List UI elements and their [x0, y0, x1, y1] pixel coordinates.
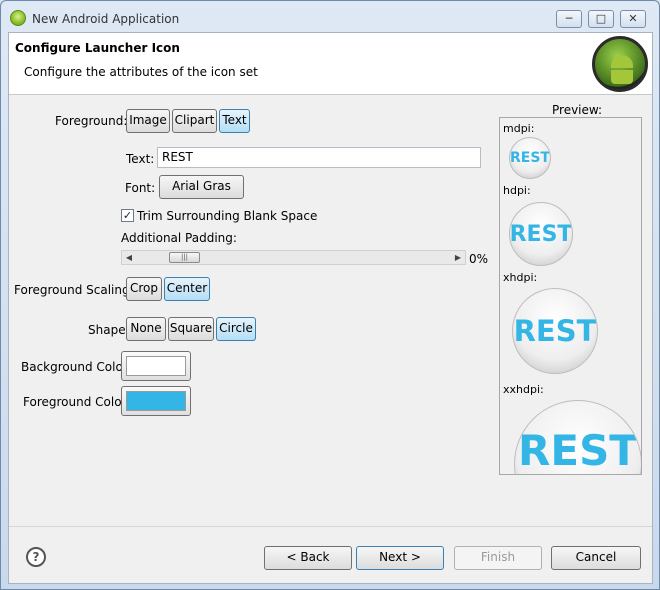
mdpi-preview-icon: REST	[509, 137, 551, 179]
shape-square-button[interactable]: Square	[168, 317, 214, 341]
xhdpi-label: xhdpi:	[503, 271, 538, 284]
slider-left-arrow-icon[interactable]: ◀	[122, 251, 136, 264]
preview-panel: mdpi: REST hdpi: REST xhdpi: REST xxhdpi…	[499, 117, 642, 475]
slider-thumb[interactable]: |||	[169, 252, 200, 263]
foreground-color-button[interactable]	[121, 386, 191, 416]
foreground-clipart-button[interactable]: Clipart	[172, 109, 217, 133]
scaling-crop-button[interactable]: Crop	[126, 277, 162, 301]
text-label: Text:	[126, 152, 155, 166]
xhdpi-preview-icon: REST	[512, 288, 598, 374]
wizard-header: Configure Launcher Icon Configure the at…	[9, 33, 652, 95]
xxhdpi-label: xxhdpi:	[503, 383, 544, 396]
next-button[interactable]: Next >	[356, 546, 444, 570]
hdpi-label: hdpi:	[503, 184, 531, 197]
background-color-swatch	[126, 356, 186, 376]
padding-slider[interactable]: ◀ ||| ▶	[121, 250, 466, 265]
window-title: New Android Application	[32, 12, 180, 26]
icon-text-input[interactable]: REST	[157, 147, 481, 168]
foreground-color-label: Foreground Color:	[23, 395, 131, 409]
maximize-button[interactable]: □	[588, 10, 614, 28]
background-color-label: Background Color:	[21, 360, 132, 374]
back-button[interactable]: < Back	[264, 546, 352, 570]
padding-label: Additional Padding:	[121, 231, 237, 245]
android-logo-icon	[592, 36, 648, 92]
minimize-button[interactable]: ─	[556, 10, 582, 28]
font-button[interactable]: Arial Gras	[159, 175, 244, 199]
dialog-window: New Android Application ─ □ ✕ Configure …	[0, 0, 660, 590]
scaling-center-button[interactable]: Center	[164, 277, 210, 301]
title-bar: New Android Application ─ □ ✕	[1, 1, 659, 35]
font-label: Font:	[125, 181, 156, 195]
scaling-label: Foreground Scaling:	[14, 283, 134, 297]
xxhdpi-preview-icon: REST	[514, 400, 641, 474]
foreground-label: Foreground:	[55, 114, 128, 128]
footer-separator	[9, 526, 652, 527]
trim-checkbox[interactable]: ✓	[121, 209, 134, 222]
close-button[interactable]: ✕	[620, 10, 646, 28]
preview-label: Preview:	[552, 103, 603, 117]
hdpi-preview-icon: REST	[509, 202, 573, 266]
cancel-button[interactable]: Cancel	[551, 546, 641, 570]
dialog-content: Configure Launcher Icon Configure the at…	[8, 32, 653, 584]
foreground-image-button[interactable]: Image	[126, 109, 170, 133]
background-color-button[interactable]	[121, 351, 191, 381]
page-title: Configure Launcher Icon	[15, 41, 180, 55]
mdpi-label: mdpi:	[503, 122, 535, 135]
padding-value: 0%	[469, 252, 489, 266]
help-icon[interactable]: ?	[26, 547, 46, 567]
shape-label: Shape	[88, 323, 126, 337]
slider-right-arrow-icon[interactable]: ▶	[451, 251, 465, 264]
foreground-text-button[interactable]: Text	[219, 109, 250, 133]
shape-none-button[interactable]: None	[126, 317, 166, 341]
trim-label: Trim Surrounding Blank Space	[137, 209, 318, 223]
foreground-color-swatch	[126, 391, 186, 411]
shape-circle-button[interactable]: Circle	[216, 317, 256, 341]
finish-button: Finish	[454, 546, 542, 570]
android-app-icon	[10, 10, 26, 26]
page-description: Configure the attributes of the icon set	[24, 65, 258, 79]
